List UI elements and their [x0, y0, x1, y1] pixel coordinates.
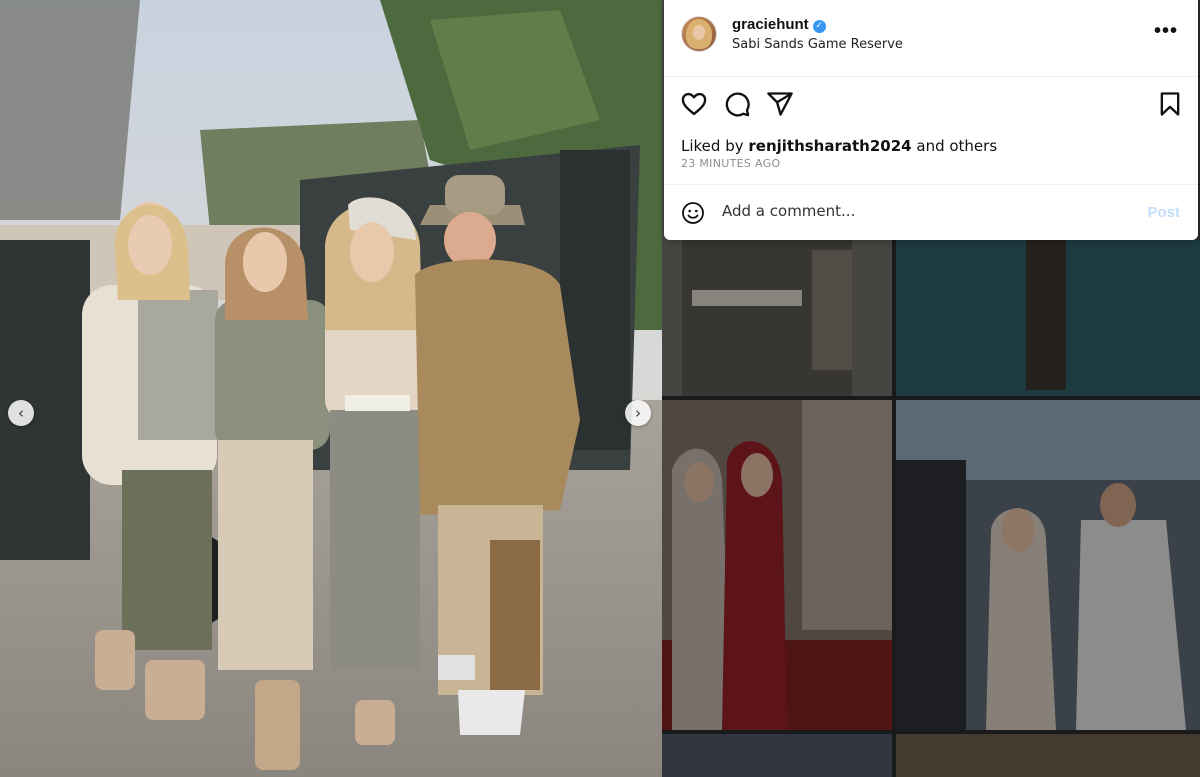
location-link[interactable]: Sabi Sands Game Reserve: [732, 37, 903, 52]
liked-suffix[interactable]: and others: [912, 137, 997, 155]
grid-tile[interactable]: [662, 734, 892, 777]
avatar[interactable]: [681, 16, 717, 52]
carousel-next-button[interactable]: ›: [625, 400, 651, 426]
smiley-icon[interactable]: [681, 201, 705, 225]
comment-input[interactable]: [722, 202, 1122, 220]
heart-icon[interactable]: [680, 90, 708, 118]
grid-tile[interactable]: [896, 400, 1200, 730]
username-link[interactable]: graciehunt: [732, 16, 809, 33]
post-timestamp[interactable]: 23 MINUTES AGO: [681, 157, 780, 170]
comment-bar: Post: [664, 184, 1198, 241]
more-options-icon[interactable]: •••: [1154, 20, 1178, 43]
verified-badge-icon: ✓: [812, 20, 826, 33]
grid-tile[interactable]: [896, 734, 1200, 777]
action-bar: [664, 90, 1198, 122]
post-header: graciehunt ✓ Sabi Sands Game Reserve •••: [664, 0, 1198, 77]
liked-prefix: Liked by: [681, 137, 749, 155]
grid-tile[interactable]: [662, 400, 892, 730]
paper-plane-icon[interactable]: [766, 90, 794, 118]
bookmark-icon[interactable]: [1156, 90, 1184, 118]
username-row: graciehunt ✓: [732, 16, 826, 33]
post-photo[interactable]: ‹ ›: [0, 0, 662, 777]
post-comment-button[interactable]: Post: [1147, 204, 1180, 221]
likes-summary: Liked by renjithsharath2024 and others: [681, 137, 997, 155]
post-details-panel: graciehunt ✓ Sabi Sands Game Reserve ••• …: [664, 0, 1198, 240]
safari-group-photo: [0, 0, 662, 777]
carousel-prev-button[interactable]: ‹: [8, 400, 34, 426]
comment-bubble-icon[interactable]: [723, 90, 751, 118]
liked-user-link[interactable]: renjithsharath2024: [748, 137, 911, 155]
